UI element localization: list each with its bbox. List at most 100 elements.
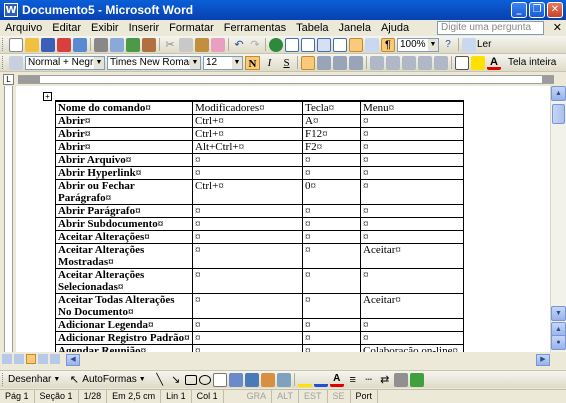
table-cell[interactable]: ¤ [302, 153, 361, 167]
line-icon[interactable]: ╲ [153, 373, 167, 387]
insert-table-icon[interactable] [301, 37, 315, 52]
redo-icon[interactable]: ↷ [248, 38, 262, 52]
table-cell[interactable]: ¤ [360, 230, 464, 244]
horizontal-scrollbar[interactable]: ◀ ▶ [0, 352, 566, 368]
menu-formatar[interactable]: Formatar [164, 22, 219, 34]
table-cell[interactable]: Abrir ou Fechar Parágrafo¤ [55, 179, 193, 205]
new-document-icon[interactable] [9, 37, 23, 52]
table-cell[interactable]: ¤ [360, 268, 464, 294]
document-map-icon[interactable] [365, 37, 379, 52]
table-cell[interactable]: ¤ [360, 318, 464, 332]
format-painter-icon[interactable] [211, 37, 225, 52]
font-color-icon[interactable]: A [487, 56, 501, 70]
table-cell[interactable]: ¤ [360, 217, 464, 231]
table-cell[interactable]: Abrir¤ [55, 114, 193, 128]
styles-pane-icon[interactable] [9, 55, 23, 70]
table-cell[interactable]: ¤ [302, 318, 361, 332]
table-cell[interactable]: Adicionar Registro Padrão¤ [55, 331, 193, 345]
hyperlink-icon[interactable] [269, 37, 283, 52]
copy-icon[interactable] [179, 37, 193, 52]
table-cell[interactable]: ¤ [360, 166, 464, 180]
table-cell[interactable]: ¤ [302, 243, 361, 269]
arrow-style-icon[interactable]: ⇄ [378, 373, 392, 387]
diagram-icon[interactable] [244, 372, 259, 387]
table-cell[interactable]: ¤ [192, 204, 303, 218]
scroll-thumb[interactable] [552, 104, 565, 124]
menu-editar[interactable]: Editar [47, 22, 86, 34]
table-cell[interactable]: Colaboração on-line¤ [360, 344, 464, 352]
insert-excel-icon[interactable] [317, 37, 331, 52]
align-left-icon[interactable] [301, 55, 315, 70]
table-cell[interactable]: Aceitar Alterações¤ [55, 230, 193, 244]
show-hide-icon[interactable]: ¶ [381, 37, 395, 52]
print-preview-icon[interactable] [110, 37, 124, 52]
email-icon[interactable] [73, 37, 87, 52]
3d-style-icon[interactable] [409, 372, 424, 387]
decrease-indent-icon[interactable] [418, 55, 432, 70]
table-cell[interactable]: ¤ [360, 179, 464, 205]
table-cell[interactable]: ¤ [192, 293, 303, 319]
toolbar-grip[interactable] [2, 38, 5, 51]
table-cell[interactable]: ¤ [360, 127, 464, 141]
borders-icon[interactable] [455, 55, 469, 70]
bold-button[interactable]: N [245, 55, 260, 70]
menu-exibir[interactable]: Exibir [86, 22, 124, 34]
rectangle-icon[interactable] [184, 374, 197, 385]
header-cell[interactable]: Tecla¤ [302, 100, 361, 115]
web-layout-icon[interactable] [14, 354, 24, 364]
autoshapes-menu-button[interactable]: AutoFormas [82, 374, 136, 385]
align-center-icon[interactable] [317, 55, 331, 70]
table-cell[interactable]: ¤ [192, 230, 303, 244]
table-cell[interactable]: Aceitar¤ [360, 243, 464, 269]
scroll-down-icon[interactable]: ▼ [551, 306, 566, 321]
table-cell[interactable]: ¤ [302, 217, 361, 231]
line-spacing-icon[interactable] [370, 55, 384, 70]
table-cell[interactable]: Abrir¤ [55, 140, 193, 154]
table-cell[interactable]: Abrir¤ [55, 127, 193, 141]
table-cell[interactable]: Adicionar Legenda¤ [55, 318, 193, 332]
outline-view-icon[interactable] [38, 354, 48, 364]
wordart-icon[interactable] [228, 372, 243, 387]
table-cell[interactable]: Abrir Hyperlink¤ [55, 166, 193, 180]
table-cell[interactable]: Abrir Parágrafo¤ [55, 204, 193, 218]
zoom-select[interactable]: 100% ▼ [397, 37, 439, 52]
style-select[interactable]: Normal + Negrito ▼ [25, 55, 105, 70]
paste-icon[interactable] [195, 37, 209, 52]
table-cell[interactable]: ¤ [302, 344, 361, 352]
help-icon[interactable]: ? [441, 38, 455, 52]
table-cell[interactable]: A¤ [302, 114, 361, 128]
menu-ferramentas[interactable]: Ferramentas [219, 22, 291, 34]
table-cell[interactable]: ¤ [360, 204, 464, 218]
bullets-icon[interactable] [402, 55, 416, 70]
undo-icon[interactable]: ↶ [232, 38, 246, 52]
table-cell[interactable]: ¤ [360, 331, 464, 345]
status-extend-selection[interactable]: EST [299, 390, 328, 403]
cut-icon[interactable]: ✂ [163, 38, 177, 52]
table-cell[interactable]: ¤ [192, 331, 303, 345]
table-cell[interactable]: ¤ [192, 153, 303, 167]
menu-inserir[interactable]: Inserir [124, 22, 165, 34]
menu-janela[interactable]: Janela [334, 22, 376, 34]
table-cell[interactable]: Ctrl+¤ [192, 127, 303, 141]
restore-button[interactable]: ❐ [529, 2, 545, 18]
scroll-up-icon[interactable]: ▲ [551, 86, 566, 101]
draw-menu-button[interactable]: Desenhar [8, 374, 51, 385]
toolbar-grip[interactable] [2, 56, 5, 69]
arrow-icon[interactable]: ↘ [169, 373, 183, 387]
word-app-icon[interactable]: W [4, 3, 18, 17]
insert-picture-icon[interactable] [276, 372, 291, 387]
increase-indent-icon[interactable] [434, 55, 448, 70]
table-cell[interactable]: Abrir Arquivo¤ [55, 153, 193, 167]
table-cell[interactable]: Aceitar¤ [360, 293, 464, 319]
table-cell[interactable]: Aceitar Alterações Selecionadas¤ [55, 268, 193, 294]
fill-color-icon[interactable] [297, 373, 312, 387]
table-cell[interactable]: ¤ [360, 114, 464, 128]
horizontal-ruler[interactable]: L [0, 73, 566, 86]
text-box-icon[interactable] [212, 372, 227, 387]
font-size-select[interactable]: 12 ▼ [203, 55, 243, 70]
document-area[interactable]: + Nome do comando¤ Modificadores¤ Tecla¤… [16, 86, 550, 352]
table-cell[interactable]: ¤ [192, 243, 303, 269]
table-cell[interactable]: Ctrl+¤ [192, 114, 303, 128]
minimize-button[interactable]: _ [511, 2, 527, 18]
header-cell[interactable]: Menu¤ [360, 100, 464, 115]
